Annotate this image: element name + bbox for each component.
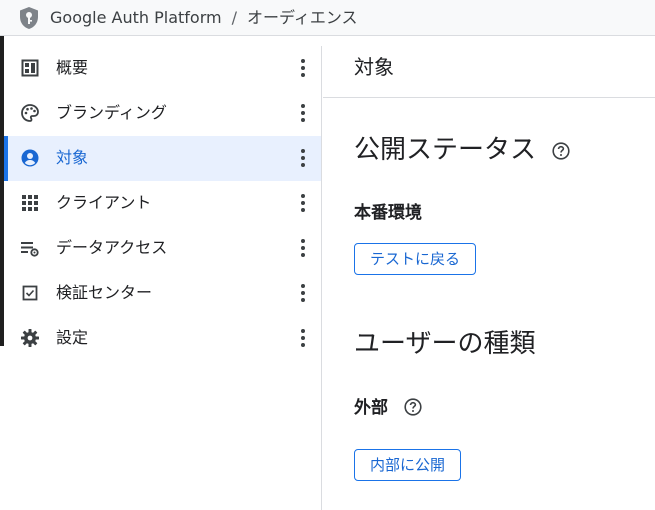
sidebar-item-label: データアクセス xyxy=(56,238,168,257)
data-settings-icon xyxy=(20,238,40,258)
more-vert-icon[interactable] xyxy=(295,193,311,213)
help-icon[interactable] xyxy=(552,141,570,160)
breadcrumb-separator: / xyxy=(231,8,237,27)
sidebar-item-branding[interactable]: ブランディング xyxy=(4,91,321,136)
breadcrumb: Google Auth Platform / オーディエンス xyxy=(50,8,358,28)
gear-icon xyxy=(20,328,40,348)
checkbox-icon xyxy=(20,283,40,303)
more-vert-icon[interactable] xyxy=(295,238,311,258)
palette-icon xyxy=(20,103,40,123)
more-vert-icon[interactable] xyxy=(295,103,311,123)
account-circle-icon xyxy=(20,148,40,168)
page-title: 対象 xyxy=(354,55,394,79)
sidebar-item-label: 設定 xyxy=(56,328,89,347)
sidebar-item-label: 対象 xyxy=(56,148,89,167)
sidebar-item-label: 概要 xyxy=(56,58,89,77)
sidebar: 概要 ブランディング 対象 クライアント データアクセス 検証センター 設定 xyxy=(4,46,322,510)
sidebar-item-overview[interactable]: 概要 xyxy=(4,46,321,91)
user-type-title: ユーザーの種類 xyxy=(354,329,536,359)
more-vert-icon[interactable] xyxy=(295,283,311,303)
top-bar: Google Auth Platform / オーディエンス xyxy=(0,0,655,36)
publish-status-section-title: 公開ステータス xyxy=(354,134,570,166)
more-vert-icon[interactable] xyxy=(295,148,311,168)
sidebar-item-data-access[interactable]: データアクセス xyxy=(4,226,321,271)
main-content: 対象 公開ステータス 本番環境 テストに戻る ユーザーの種類 外部 内部に公開 xyxy=(323,36,655,510)
make-internal-button[interactable]: 内部に公開 xyxy=(354,449,462,481)
breadcrumb-current-page: オーディエンス xyxy=(246,8,358,27)
sidebar-item-label: 検証センター xyxy=(56,283,153,302)
publish-status-title: 公開ステータス xyxy=(354,135,537,165)
publish-status-value: 本番環境 xyxy=(354,203,422,223)
sidebar-item-label: クライアント xyxy=(56,193,152,212)
user-type-value: 外部 xyxy=(354,398,388,418)
shield-key-icon xyxy=(20,7,38,29)
breadcrumb-app-title[interactable]: Google Auth Platform xyxy=(50,8,222,27)
sidebar-item-settings[interactable]: 設定 xyxy=(4,316,321,361)
help-icon[interactable] xyxy=(404,397,422,416)
apps-grid-icon xyxy=(20,193,40,213)
dashboard-icon xyxy=(20,58,40,78)
user-type-section: 外部 xyxy=(354,397,422,419)
more-vert-icon[interactable] xyxy=(295,328,311,348)
page-header: 対象 xyxy=(323,36,655,98)
sidebar-item-clients[interactable]: クライアント xyxy=(4,181,321,226)
sidebar-item-audience[interactable]: 対象 xyxy=(4,136,321,181)
more-vert-icon[interactable] xyxy=(295,58,311,78)
back-to-testing-button[interactable]: テストに戻る xyxy=(354,243,477,275)
sidebar-item-verification-center[interactable]: 検証センター xyxy=(4,271,321,316)
sidebar-item-label: ブランディング xyxy=(56,103,167,122)
